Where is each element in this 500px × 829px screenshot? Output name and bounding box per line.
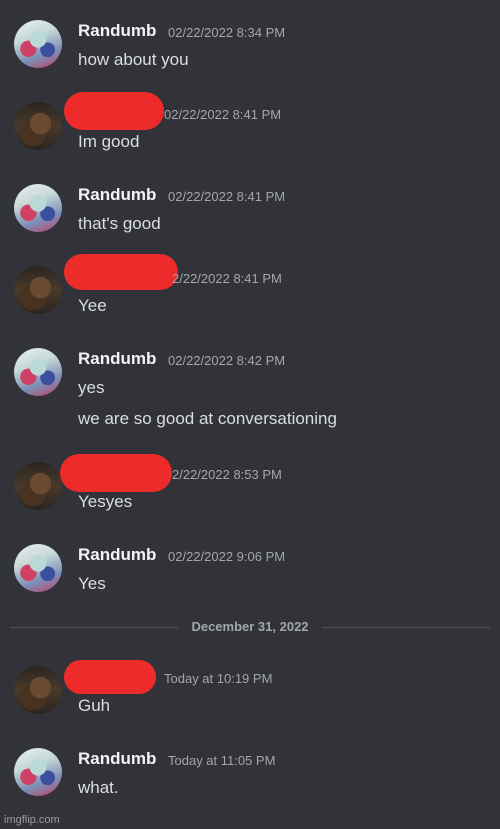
username[interactable]: Randumb [78, 545, 156, 565]
message-text: Guh [78, 696, 111, 715]
user-avatar[interactable] [14, 544, 62, 592]
message-timestamp: 02/22/2022 8:42 PM [168, 353, 286, 368]
redacted-username [64, 660, 156, 694]
message-timestamp: Today at 11:05 PM [168, 753, 276, 768]
username[interactable]: Randumb [78, 749, 156, 769]
user-avatar[interactable] [14, 20, 62, 68]
user-avatar[interactable] [14, 748, 62, 796]
watermark: imgflip.com [4, 814, 60, 826]
message-timestamp: 2/22/2022 8:53 PM [172, 467, 282, 482]
message-text: how about you [78, 50, 189, 69]
message-text: Yes [78, 574, 106, 593]
redacted-username [64, 254, 178, 290]
redacted-username [60, 454, 172, 492]
username[interactable]: Randumb [78, 349, 156, 369]
user-avatar[interactable] [14, 666, 62, 714]
message-text: what. [78, 778, 119, 797]
message-timestamp: 02/22/2022 8:41 PM [168, 189, 286, 204]
divider-line [10, 627, 178, 628]
message-text: Yee [78, 296, 107, 315]
message-text: that's good [78, 214, 161, 233]
message-timestamp: 02/22/2022 9:06 PM [168, 549, 286, 564]
message-timestamp: 2/22/2022 8:41 PM [172, 271, 282, 286]
redacted-username [64, 92, 164, 130]
user-avatar[interactable] [14, 184, 62, 232]
message-timestamp: Today at 10:19 PM [164, 671, 273, 686]
user-avatar[interactable] [14, 348, 62, 396]
user-avatar[interactable] [14, 462, 62, 510]
message-timestamp: 02/22/2022 8:34 PM [168, 25, 286, 40]
message-timestamp: 02/22/2022 8:41 PM [164, 107, 282, 122]
date-divider-label: December 31, 2022 [191, 619, 309, 634]
user-avatar[interactable] [14, 102, 62, 150]
message-text: we are so good at conversationing [78, 409, 337, 428]
user-avatar[interactable] [14, 266, 62, 314]
username[interactable]: Randumb [78, 185, 156, 205]
date-divider: December 31, 2022 [10, 619, 490, 634]
message-text: yes [78, 378, 105, 397]
username[interactable]: Randumb [78, 21, 156, 41]
message-text: Yesyes [78, 492, 133, 511]
divider-line [322, 627, 490, 628]
message-text: Im good [78, 132, 140, 151]
